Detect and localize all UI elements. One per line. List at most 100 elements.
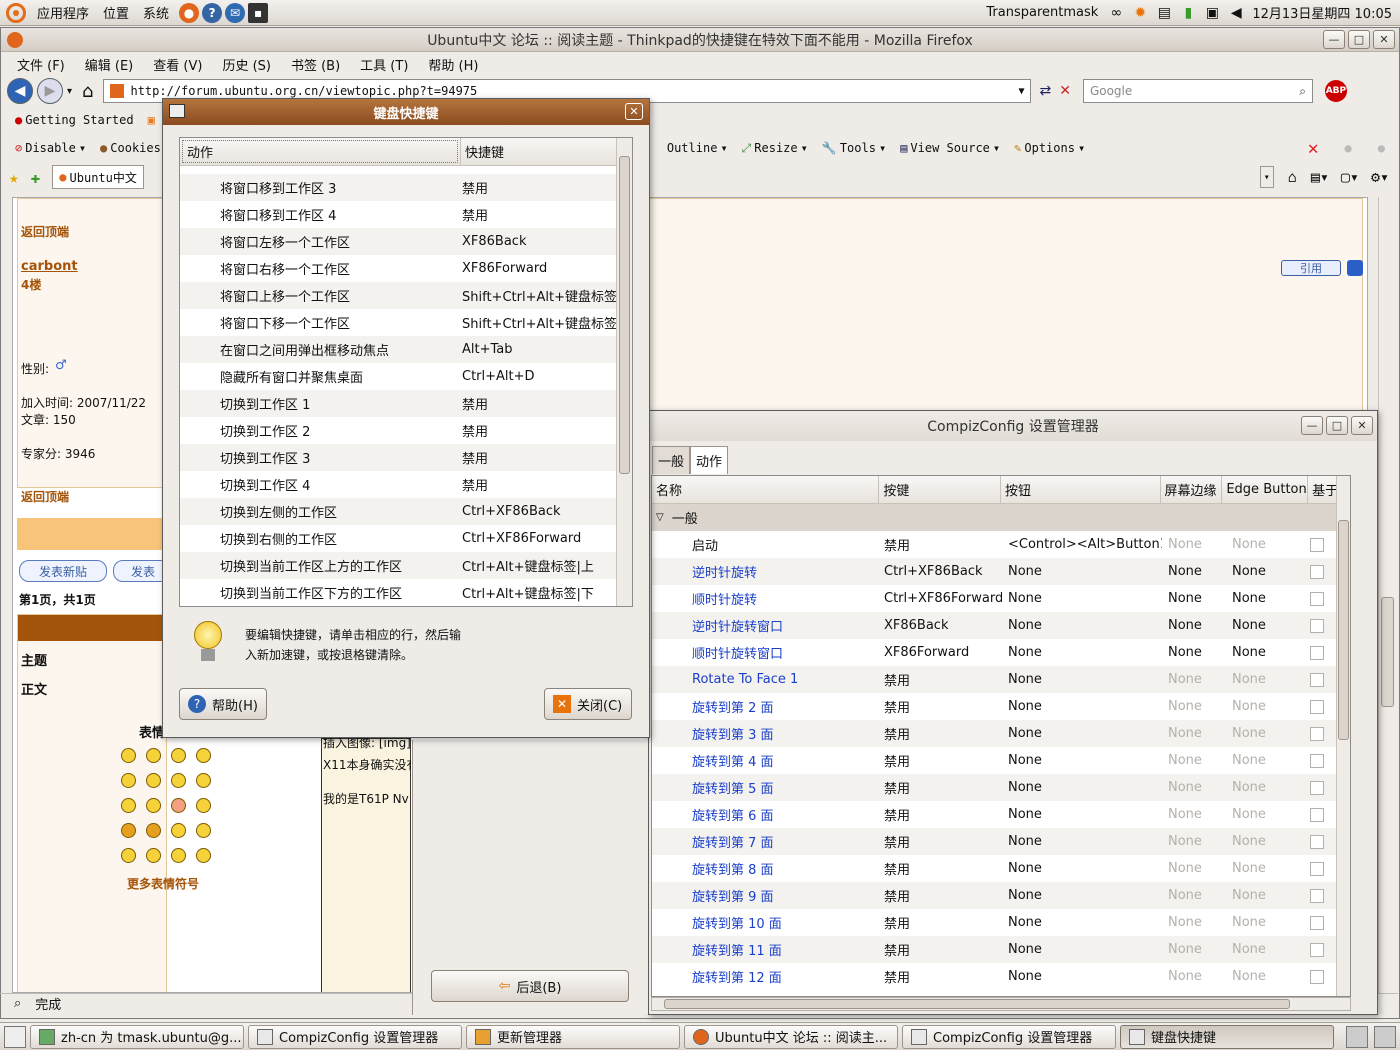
page-scrollbar[interactable] <box>1378 197 1396 993</box>
stop-icon[interactable]: ✕ <box>1059 83 1071 99</box>
action-checkbox[interactable] <box>1310 726 1324 741</box>
task-firefox[interactable]: Ubuntu中文 论坛 :: 阅读主... <box>684 1024 898 1049</box>
actions-scrollbar[interactable] <box>1336 476 1350 996</box>
network-icon[interactable]: ▣ <box>1203 4 1221 22</box>
volume-icon[interactable]: ◀ <box>1227 4 1245 22</box>
action-row[interactable]: 旋转到第 11 面 禁用 None None None <box>652 936 1350 963</box>
clock[interactable]: 12月13日星期四 10:05 <box>1252 3 1392 22</box>
action-row[interactable]: 旋转到第 9 面 禁用 None None None <box>652 882 1350 909</box>
emoticon-icon[interactable] <box>196 798 211 813</box>
action-checkbox[interactable] <box>1310 591 1324 606</box>
action-checkbox[interactable] <box>1310 780 1324 795</box>
action-row[interactable]: 旋转到第 7 面 禁用 None None None <box>652 828 1350 855</box>
expander-icon[interactable]: ▽ <box>656 512 664 523</box>
emoticon-icon[interactable] <box>146 798 161 813</box>
bookmark-getting-started[interactable]: ● Getting Started <box>9 113 140 127</box>
home-small-icon[interactable]: ⌂ <box>1288 168 1297 186</box>
col-shortcut[interactable]: 快捷键 <box>460 138 620 165</box>
emoticon-icon[interactable] <box>171 823 186 838</box>
tab-general[interactable]: 一般 <box>652 446 691 474</box>
emoticon-icon[interactable] <box>171 798 186 813</box>
menu-system[interactable]: 系统 <box>136 3 176 22</box>
shortcut-row[interactable]: 在窗口之间用弹出框移动焦点 Alt+Tab <box>180 336 632 363</box>
shortcuts-scrollbar[interactable] <box>616 138 632 606</box>
action-checkbox[interactable] <box>1310 618 1324 633</box>
action-row[interactable]: 旋转到第 3 面 禁用 None None None <box>652 720 1350 747</box>
maximize-button[interactable]: □ <box>1348 30 1370 49</box>
action-row[interactable]: 旋转到第 4 面 禁用 None None None <box>652 747 1350 774</box>
action-checkbox[interactable] <box>1310 861 1324 876</box>
task-keyboard-shortcuts[interactable]: 键盘快捷键 <box>1120 1024 1334 1049</box>
action-row[interactable]: 旋转到第 8 面 禁用 None None None <box>652 855 1350 882</box>
close-dialog-button[interactable]: ✕ 关闭(C) <box>544 688 632 720</box>
action-row[interactable]: 逆时针旋转 Ctrl+XF86Back None None None <box>652 558 1350 585</box>
shortcuts-scrollbar-thumb[interactable] <box>619 156 630 474</box>
emoticon-icon[interactable] <box>121 773 136 788</box>
home-icon[interactable]: ⌂ <box>82 81 93 102</box>
shortcut-row[interactable]: 将窗口下移一个工作区 Shift+Ctrl+Alt+键盘标签| <box>180 309 632 336</box>
shortcut-row[interactable]: 切换到工作区 4 禁用 <box>180 471 632 498</box>
back-to-top-link-2[interactable]: 返回顶端 <box>21 488 69 505</box>
emoticon-icon[interactable] <box>171 848 186 863</box>
action-checkbox[interactable] <box>1310 645 1324 660</box>
action-checkbox[interactable] <box>1310 915 1324 930</box>
emoticon-icon[interactable] <box>146 848 161 863</box>
emoticon-icon[interactable] <box>146 748 161 763</box>
tab-list-icon[interactable]: ▾ <box>1259 166 1274 188</box>
wd-close-icon[interactable]: ✕ <box>1308 138 1319 159</box>
task-compizconfig-1[interactable]: CompizConfig 设置管理器 <box>248 1024 462 1049</box>
wd-outline-button[interactable]: Outline ▾ <box>661 141 734 155</box>
menu-file[interactable]: 文件 (F) <box>7 55 75 74</box>
back-button[interactable]: ⇦ 后退(B) <box>431 970 629 1002</box>
search-input[interactable]: Google ⌕ <box>1082 79 1313 103</box>
col-button[interactable]: 按钮 <box>1001 476 1161 503</box>
menu-tools[interactable]: 工具 (T) <box>350 55 418 74</box>
action-row[interactable]: 旋转到第 12 面 禁用 None None None <box>652 963 1350 990</box>
message-textarea[interactable] <box>321 738 411 992</box>
ubuntu-logo-icon[interactable] <box>6 2 26 23</box>
menu-places[interactable]: 位置 <box>96 3 136 22</box>
shortcut-row[interactable]: 切换到右侧的工作区 Ctrl+XF86Forward <box>180 525 632 552</box>
actions-hscrollbar-thumb[interactable] <box>664 999 1290 1009</box>
settings-gear-icon[interactable]: ⚙▾ <box>1371 168 1389 186</box>
shortcut-row[interactable]: 切换到左侧的工作区 Ctrl+XF86Back <box>180 498 632 525</box>
emoticon-icon[interactable] <box>196 823 211 838</box>
more-emoticons-link[interactable]: 更多表情符号 <box>127 875 199 892</box>
forward-icon[interactable]: ▶ <box>37 78 63 104</box>
action-row[interactable]: 顺时针旋转 Ctrl+XF86Forward None None None <box>652 585 1350 612</box>
menu-bookmarks[interactable]: 书签 (B) <box>281 55 350 74</box>
compizconfig-titlebar[interactable]: CompizConfig 设置管理器 — □ ✕ <box>649 411 1377 441</box>
dialog-titlebar[interactable]: 键盘快捷键 ✕ <box>163 99 649 125</box>
cc-minimize-button[interactable]: — <box>1301 416 1323 435</box>
shortcut-row[interactable]: 将窗口移到工作区 3 禁用 <box>180 174 632 201</box>
url-dropdown-icon[interactable]: ▼ <box>1018 86 1024 97</box>
action-checkbox[interactable] <box>1310 564 1324 579</box>
action-row[interactable]: 旋转到第 5 面 禁用 None None None <box>652 774 1350 801</box>
firefox-launcher-icon[interactable]: ● <box>179 2 200 23</box>
page-menu-icon[interactable]: ▢▾ <box>1341 168 1359 186</box>
emoticon-icon[interactable] <box>171 773 186 788</box>
action-checkbox[interactable] <box>1310 807 1324 822</box>
shortcut-row[interactable]: 隐藏所有窗口并聚焦桌面 Ctrl+Alt+D <box>180 363 632 390</box>
trash-icon[interactable] <box>1374 1025 1396 1048</box>
action-checkbox[interactable] <box>1310 672 1324 687</box>
col-edge[interactable]: 屏幕边缘 <box>1161 476 1223 503</box>
action-row[interactable]: 逆时针旋转窗口 XF86Back None None None <box>652 612 1350 639</box>
bookmark-star-icon[interactable]: ★ <box>9 168 19 187</box>
firefox-titlebar[interactable]: Ubuntu中文 论坛 :: 阅读主题 - Thinkpad的快捷键在特效下面不… <box>1 28 1399 52</box>
rss-icon[interactable]: ▣ <box>142 113 161 127</box>
emoticon-icon[interactable] <box>121 748 136 763</box>
emoticon-icon[interactable] <box>196 848 211 863</box>
action-row[interactable]: 旋转到第 2 面 禁用 None None None <box>652 693 1350 720</box>
help-launcher-icon[interactable]: ? <box>202 2 223 23</box>
emoticon-icon[interactable] <box>171 748 186 763</box>
printer-icon[interactable]: ▤ <box>1155 4 1173 22</box>
shortcut-row[interactable]: 将窗口右移一个工作区 XF86Forward <box>180 255 632 282</box>
new-post-button[interactable]: 发表新贴 <box>19 560 107 582</box>
wd-cookies-button[interactable]: ● Cookies <box>94 141 167 155</box>
cc-maximize-button[interactable]: □ <box>1326 416 1348 435</box>
task-xchat[interactable]: zh-cn 为 tmask.ubuntu@g... <box>30 1024 244 1049</box>
action-row[interactable]: 启动 禁用 <Control><Alt>Button1 None None <box>652 531 1350 558</box>
transparentmask-icon[interactable]: ∞ <box>1107 4 1125 22</box>
action-row[interactable]: 顺时针旋转窗口 XF86Forward None None None <box>652 639 1350 666</box>
